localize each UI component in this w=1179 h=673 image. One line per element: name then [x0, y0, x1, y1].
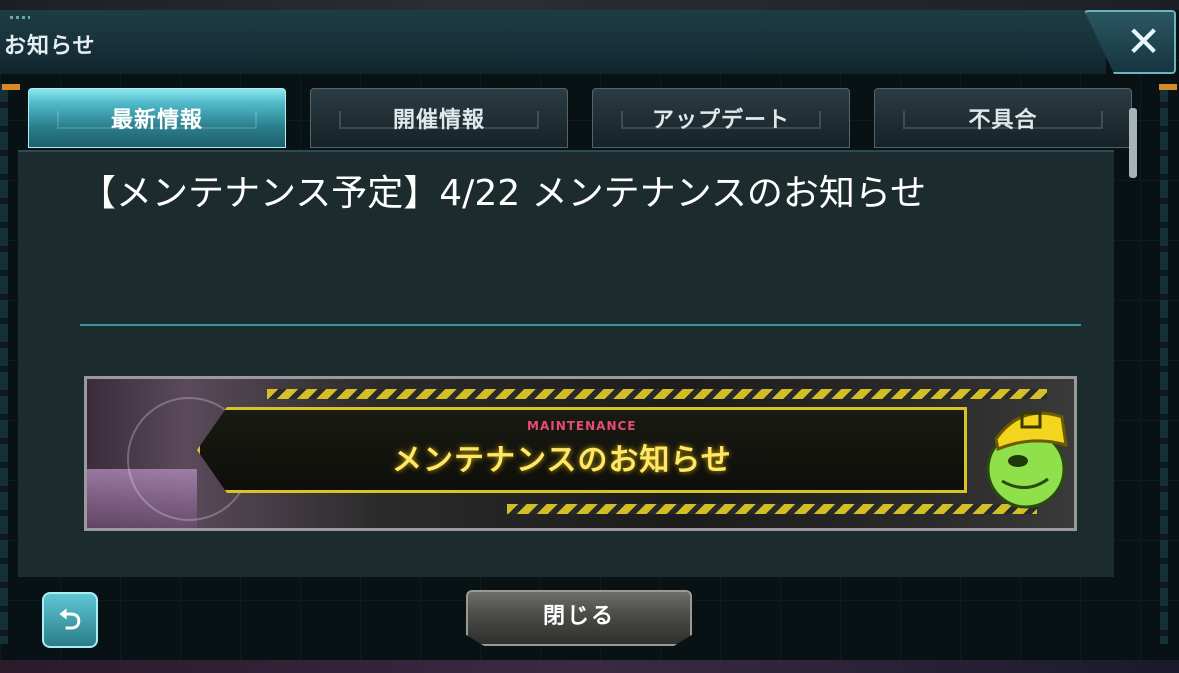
tab-label: 最新情報 — [110, 108, 203, 133]
close-icon: ✕ — [1126, 17, 1162, 66]
close-button[interactable]: 閉じる — [466, 590, 692, 646]
banner-subtitle: MAINTENANCE — [527, 419, 637, 433]
tab-update[interactable]: アップデート — [592, 88, 850, 148]
tab-bugs[interactable]: 不具合 — [874, 88, 1132, 148]
bottom-strip — [0, 660, 1179, 673]
maintenance-banner: MAINTENANCE メンテナンスのお知らせ — [84, 376, 1077, 531]
tab-bar: 最新情報 開催情報 アップデート 不具合 — [28, 88, 1134, 150]
corner-deco-tr — [1159, 84, 1177, 90]
tab-latest[interactable]: 最新情報 — [28, 88, 286, 148]
notice-title: 【メンテナンス予定】4/22 メンテナンスのお知らせ — [80, 173, 927, 214]
corner-deco-tl — [2, 84, 20, 90]
return-arrow-icon: ⮌ — [58, 603, 82, 636]
tab-events[interactable]: 開催情報 — [310, 88, 568, 148]
title-bar: お知らせ — [0, 10, 1106, 74]
frame-left — [0, 84, 8, 644]
top-status-strip — [0, 0, 1179, 10]
title-divider — [80, 324, 1081, 326]
hazard-stripe-top — [267, 389, 1047, 399]
title-deco — [10, 16, 30, 19]
scrollbar-thumb[interactable] — [1129, 108, 1137, 178]
page-title: お知らせ — [4, 34, 96, 59]
tab-label: 開催情報 — [392, 108, 485, 133]
tab-label: アップデート — [651, 108, 790, 133]
back-button[interactable]: ⮌ — [42, 592, 98, 648]
banner-title: メンテナンスのお知らせ — [392, 443, 732, 478]
hazard-stripe-bottom — [507, 504, 1037, 514]
frame-right — [1160, 84, 1168, 644]
haro-helmet-icon — [986, 411, 1068, 509]
tab-label: 不具合 — [968, 108, 1038, 133]
